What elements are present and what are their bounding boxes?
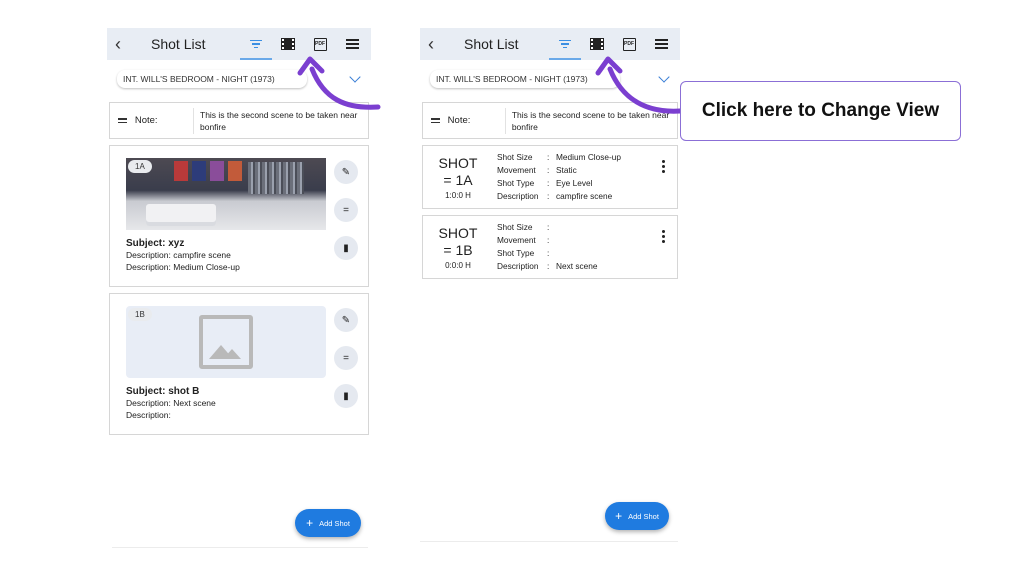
shot-id-column: SHOT = 1A 1:0:0 H xyxy=(423,155,493,200)
shot-duration: 0:0:0 H xyxy=(445,260,471,270)
drag-handle-icon[interactable]: = xyxy=(334,198,358,222)
filter-icon[interactable] xyxy=(549,33,581,60)
shot-details: Shot Size: Movement: Shot Type: Descript… xyxy=(497,222,598,271)
shot-image xyxy=(126,158,326,230)
shot-subject: Subject: xyz xyxy=(126,238,185,249)
pdf-icon[interactable]: PDF xyxy=(311,33,329,55)
bottom-divider xyxy=(420,541,678,542)
shot-card[interactable]: 1B ✎ = ▮ Subject: shot B Description: Ne… xyxy=(109,293,369,435)
add-shot-button[interactable]: + Add Shot xyxy=(605,502,669,530)
page-title: Shot List xyxy=(151,36,206,52)
back-arrow-icon[interactable]: ‹ xyxy=(115,35,137,53)
shot-details: Shot Size: Medium Close-up Movement: Stati… xyxy=(497,152,622,201)
more-options-icon[interactable] xyxy=(655,160,671,173)
more-options-icon[interactable] xyxy=(655,230,671,243)
trash-icon[interactable]: ▮ xyxy=(334,236,358,260)
shot-word: SHOT xyxy=(438,224,478,241)
scene-name: INT. WILL'S BEDROOM - NIGHT (1973) xyxy=(430,70,620,88)
note-label: Note: xyxy=(447,115,471,126)
shot-tag: 1A xyxy=(128,160,152,173)
drag-handle-icon[interactable] xyxy=(431,118,440,123)
shot-word: SHOT xyxy=(438,154,478,171)
image-placeholder xyxy=(126,306,326,378)
curved-arrow-annotation xyxy=(595,56,683,114)
shot-id: = 1A xyxy=(443,171,473,188)
bottom-divider xyxy=(112,547,368,548)
scene-name: INT. WILL'S BEDROOM - NIGHT (1973) xyxy=(117,70,307,88)
shot-description: Description: campfire scene xyxy=(126,250,231,260)
filter-icon[interactable] xyxy=(240,33,272,60)
tutorial-canvas: ‹ Shot List PDF INT. WILL'S BEDROOM - NI… xyxy=(0,0,1024,576)
add-shot-button[interactable]: + Add Shot xyxy=(295,509,361,537)
shot-id: = 1B xyxy=(443,241,473,258)
drag-handle-icon[interactable]: = xyxy=(334,346,358,370)
curved-arrow-annotation xyxy=(297,56,381,110)
edit-pencil-icon[interactable]: ✎ xyxy=(334,160,358,184)
plus-icon: + xyxy=(306,516,314,530)
trash-icon[interactable]: ▮ xyxy=(334,384,358,408)
shot-row[interactable]: SHOT = 1B 0:0:0 H Shot Size: Movement: S… xyxy=(422,215,678,279)
edit-pencil-icon[interactable]: ✎ xyxy=(334,308,358,332)
drag-handle-icon[interactable] xyxy=(118,118,127,123)
shot-card[interactable]: 1A ✎ = ▮ Subject: xyz Description: campf… xyxy=(109,145,369,287)
drag-handle-icon[interactable]: = xyxy=(443,242,455,258)
note-label: Note: xyxy=(134,115,158,126)
plus-icon: + xyxy=(615,509,623,523)
shot-duration: 1:0:0 H xyxy=(445,190,471,200)
pdf-icon[interactable]: PDF xyxy=(620,33,638,55)
page-title: Shot List xyxy=(464,36,519,52)
shot-id-column: SHOT = 1B 0:0:0 H xyxy=(423,225,493,270)
image-icon xyxy=(199,315,253,369)
toolbar: PDF xyxy=(549,33,670,60)
shot-tag: 1B xyxy=(128,308,152,321)
film-reel-icon[interactable] xyxy=(588,33,606,55)
back-arrow-icon[interactable]: ‹ xyxy=(428,35,450,53)
shot-row[interactable]: SHOT = 1A 1:0:0 H Shot Size: Medium Close… xyxy=(422,145,678,209)
change-view-callout: Click here to Change View xyxy=(680,81,961,141)
shot-description: Description: Next scene xyxy=(126,398,216,408)
hamburger-menu-icon[interactable] xyxy=(652,33,670,55)
drag-handle-icon[interactable]: = xyxy=(443,172,455,188)
hamburger-menu-icon[interactable] xyxy=(343,33,361,55)
shot-description: Description: xyxy=(126,410,171,420)
shot-description: Description: Medium Close-up xyxy=(126,262,240,272)
shot-subject: Subject: shot B xyxy=(126,386,200,397)
film-reel-icon[interactable] xyxy=(279,33,297,55)
toolbar: PDF xyxy=(240,33,361,60)
